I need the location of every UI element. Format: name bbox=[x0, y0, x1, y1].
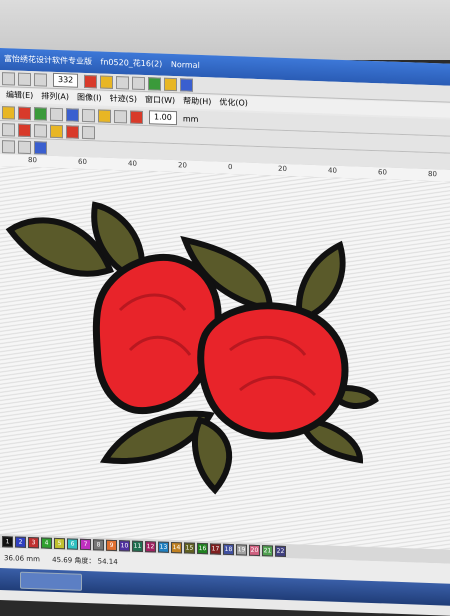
color-swatch[interactable]: 5 bbox=[54, 537, 65, 549]
tool-icon[interactable] bbox=[132, 76, 146, 90]
unit-label: mm bbox=[182, 113, 199, 124]
zoom-combo[interactable]: 332 bbox=[53, 72, 79, 88]
menu-window[interactable]: 窗口(W) bbox=[145, 93, 175, 108]
color-swatch[interactable]: 16 bbox=[197, 542, 208, 554]
ruler-tick: 0 bbox=[228, 162, 233, 172]
tool-icon[interactable] bbox=[2, 139, 15, 154]
menu-stitch[interactable]: 针迹(S) bbox=[110, 92, 137, 107]
stitch-value[interactable]: 1.00 bbox=[149, 110, 177, 126]
tool-icon[interactable] bbox=[114, 109, 127, 123]
ruler-tick: 60 bbox=[78, 157, 87, 167]
color-swatch[interactable]: 13 bbox=[158, 541, 169, 553]
tool-icon[interactable] bbox=[66, 124, 79, 139]
color-swatch[interactable]: 11 bbox=[132, 540, 143, 552]
tool-icon[interactable] bbox=[50, 124, 63, 138]
menu-edit[interactable]: 编辑(E) bbox=[6, 88, 33, 103]
ruler-tick: 20 bbox=[178, 161, 187, 170]
record-icon[interactable] bbox=[18, 123, 31, 137]
mode-label: Normal bbox=[170, 59, 200, 70]
ruler-tick: 80 bbox=[28, 155, 37, 165]
tool-icon[interactable] bbox=[66, 107, 79, 122]
menu-image[interactable]: 图像(I) bbox=[77, 91, 102, 106]
tool-icon[interactable] bbox=[180, 77, 194, 92]
color-swatch[interactable]: 21 bbox=[262, 544, 273, 557]
tool-icon[interactable] bbox=[82, 108, 95, 122]
ruler-tick: 40 bbox=[328, 166, 337, 175]
tool-icon[interactable] bbox=[34, 140, 47, 155]
tool-icon[interactable] bbox=[98, 108, 111, 123]
tool-icon[interactable] bbox=[116, 75, 130, 90]
color-swatch[interactable]: 12 bbox=[145, 540, 156, 552]
warning-icon[interactable] bbox=[164, 77, 178, 91]
tool-icon[interactable] bbox=[2, 122, 15, 137]
color-swatch[interactable]: 10 bbox=[119, 539, 130, 552]
taskbar-app-button[interactable] bbox=[20, 571, 82, 591]
menu-optimize[interactable]: 优化(O) bbox=[219, 96, 248, 111]
ruler-tick: 20 bbox=[278, 164, 287, 174]
save-icon[interactable] bbox=[34, 72, 47, 87]
color-swatch[interactable]: 19 bbox=[236, 543, 247, 556]
tool-icon[interactable] bbox=[82, 125, 95, 139]
ruler-tick: 40 bbox=[128, 159, 137, 168]
leaf-right bbox=[296, 240, 346, 324]
tool-icon[interactable] bbox=[50, 107, 63, 121]
color-icon[interactable] bbox=[84, 74, 98, 88]
ruler-tick: 60 bbox=[378, 168, 387, 177]
embroidered-rose-patch bbox=[5, 201, 379, 495]
color-swatch[interactable]: 4 bbox=[41, 536, 52, 549]
window-title: 富怡绣花设计软件专业版 bbox=[4, 54, 92, 67]
color-swatch[interactable]: 14 bbox=[171, 541, 182, 553]
new-icon[interactable] bbox=[2, 71, 15, 86]
check-icon[interactable] bbox=[148, 76, 162, 91]
ruler-tick: 80 bbox=[428, 169, 437, 179]
tool-icon[interactable] bbox=[18, 106, 31, 120]
rose-left bbox=[92, 253, 222, 415]
stitch-icon[interactable] bbox=[100, 75, 114, 89]
rose-right bbox=[197, 302, 349, 440]
color-swatch[interactable]: 7 bbox=[80, 538, 91, 550]
file-name: fn0520_花16(2) bbox=[100, 57, 163, 69]
status-mid: 45.69 角度： 54.14 bbox=[52, 555, 118, 567]
leaf-lower-mid bbox=[192, 416, 233, 495]
open-icon[interactable] bbox=[18, 72, 31, 86]
color-swatch[interactable]: 18 bbox=[223, 543, 234, 555]
color-swatch[interactable]: 22 bbox=[275, 545, 286, 557]
color-swatch[interactable]: 15 bbox=[184, 541, 195, 554]
tool-icon[interactable] bbox=[130, 110, 143, 124]
color-swatch[interactable]: 6 bbox=[67, 537, 78, 550]
color-swatch[interactable]: 20 bbox=[249, 544, 260, 556]
tool-icon[interactable] bbox=[2, 105, 15, 120]
color-swatch[interactable]: 8 bbox=[93, 538, 104, 551]
tool-icon[interactable] bbox=[34, 106, 47, 121]
color-swatch[interactable]: 17 bbox=[210, 542, 221, 555]
color-swatch[interactable]: 2 bbox=[15, 536, 26, 548]
color-swatch[interactable]: 9 bbox=[106, 539, 117, 551]
status-left: 36.06 mm bbox=[4, 554, 40, 564]
pen-icon[interactable] bbox=[34, 123, 47, 138]
color-swatch[interactable]: 3 bbox=[28, 536, 39, 548]
tool-icon[interactable] bbox=[18, 140, 31, 154]
color-swatch[interactable]: 1 bbox=[2, 535, 13, 547]
menu-arrange[interactable]: 排列(A) bbox=[41, 89, 69, 104]
menu-help[interactable]: 帮助(H) bbox=[183, 94, 211, 109]
